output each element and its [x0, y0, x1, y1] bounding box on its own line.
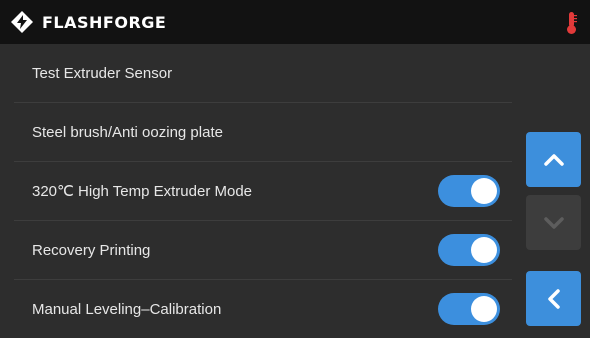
setting-label: 320℃ High Temp Extruder Mode: [32, 183, 253, 200]
setting-manual-leveling: Manual Leveling–Calibration: [14, 280, 512, 338]
setting-label: Recovery Printing: [32, 241, 151, 259]
setting-label: Manual Leveling–Calibration: [32, 300, 222, 318]
scroll-up-button[interactable]: [526, 132, 581, 187]
setting-steel-brush[interactable]: Steel brush/Anti oozing plate: [14, 103, 512, 162]
setting-test-extruder-sensor[interactable]: Test Extruder Sensor: [14, 44, 512, 103]
high-temp-mode-toggle[interactable]: [438, 175, 500, 207]
chevron-left-icon: [547, 288, 560, 309]
setting-recovery-printing: Recovery Printing: [14, 221, 512, 280]
manual-leveling-toggle[interactable]: [438, 293, 500, 325]
toggle-knob: [471, 178, 497, 204]
top-bar: FLASHFORGE: [0, 0, 590, 44]
thermometer-icon: [567, 12, 577, 34]
chevron-up-icon: [543, 153, 564, 166]
chevron-down-icon: [543, 216, 564, 229]
toggle-knob: [471, 237, 497, 263]
recovery-printing-toggle[interactable]: [438, 234, 500, 266]
back-button[interactable]: [526, 271, 581, 326]
scroll-down-button[interactable]: [526, 195, 581, 250]
flashforge-logo-icon: [11, 11, 33, 33]
setting-label: Test Extruder Sensor: [32, 64, 173, 82]
setting-high-temp-extruder: 320℃ High Temp Extruder Mode: [14, 162, 512, 221]
setting-label: Steel brush/Anti oozing plate: [32, 123, 223, 141]
settings-list: Test Extruder Sensor Steel brush/Anti oo…: [14, 44, 512, 338]
toggle-knob: [471, 296, 497, 322]
brand-logo: FLASHFORGE: [10, 9, 166, 35]
brand-name: FLASHFORGE: [42, 12, 167, 32]
